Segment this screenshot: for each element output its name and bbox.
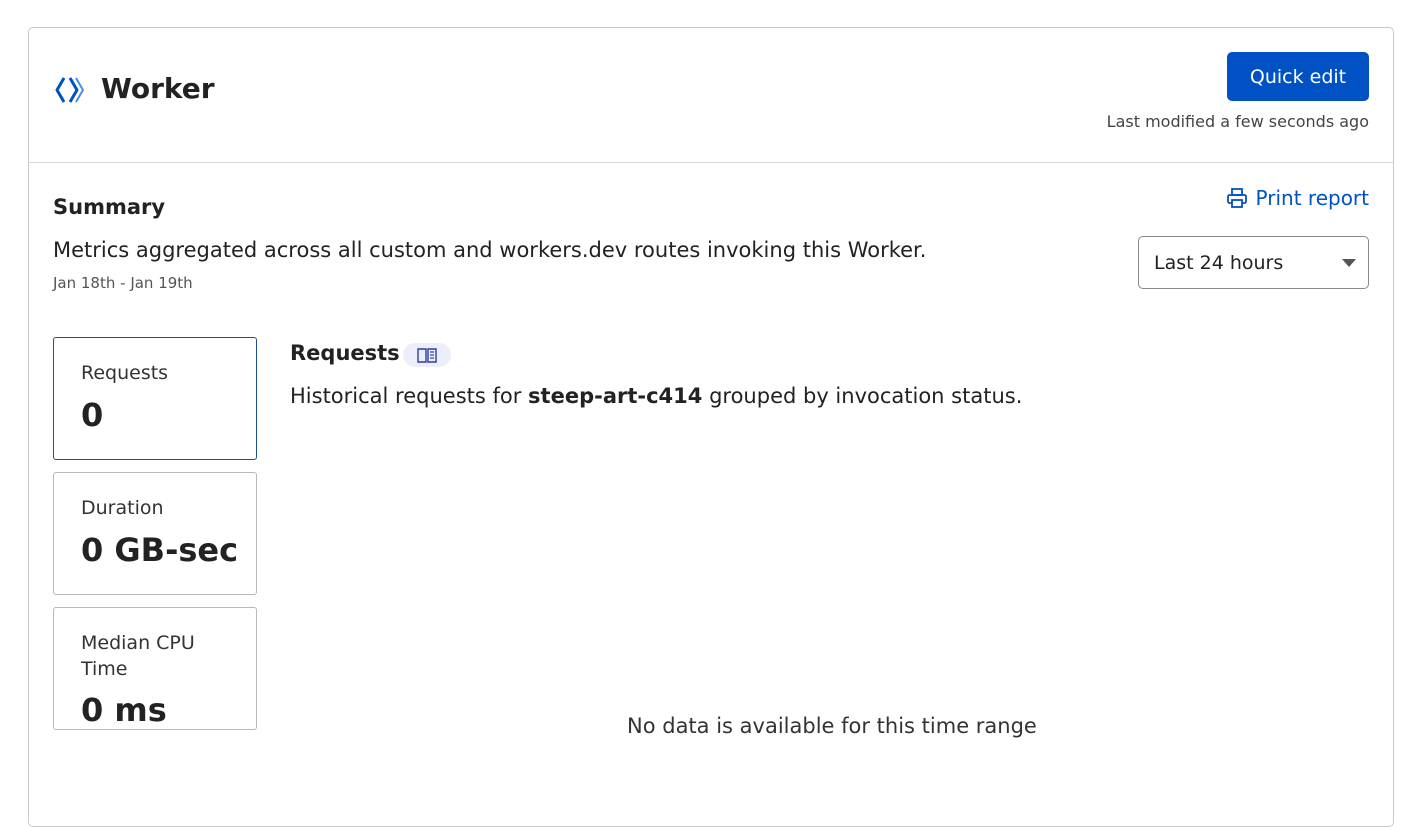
date-range: Jan 18th - Jan 19th	[53, 274, 193, 292]
last-modified-label: Last modified	[1106, 112, 1216, 131]
metric-value: 0 ms	[81, 691, 167, 729]
metric-value: 0 GB-sec	[81, 531, 239, 569]
time-range-value: Last 24 hours	[1154, 251, 1284, 274]
metric-card-requests[interactable]: Requests 0	[53, 337, 257, 460]
metric-label: Requests	[81, 362, 169, 384]
worker-header: Worker Quick edit Last modified a few se…	[29, 28, 1393, 163]
metric-label: Duration	[81, 497, 164, 519]
printer-icon	[1226, 188, 1247, 208]
requests-panel-title: Requests	[290, 341, 400, 365]
summary-title: Summary	[53, 195, 166, 219]
metric-card-duration[interactable]: Duration 0 GB-sec	[53, 472, 257, 595]
time-range-select[interactable]: Last 24 hours	[1138, 236, 1369, 289]
page-title: Worker	[101, 72, 215, 105]
workers-chevrons-icon	[55, 77, 84, 103]
quick-edit-button[interactable]: Quick edit	[1227, 52, 1369, 101]
print-report-link[interactable]: Print report	[1226, 186, 1369, 210]
docs-badge[interactable]	[403, 343, 451, 367]
metric-value: 0	[81, 396, 104, 434]
worker-card: Worker Quick edit Last modified a few se…	[28, 27, 1394, 827]
requests-panel-description: Historical requests for steep-art-c414 g…	[290, 384, 1022, 408]
last-modified: Last modified a few seconds ago	[1107, 112, 1369, 131]
book-icon	[417, 348, 437, 363]
metric-card-median-cpu-time[interactable]: Median CPU Time 0 ms	[53, 607, 257, 730]
metric-label: Median CPU Time	[81, 632, 195, 680]
desc-suffix: grouped by invocation status.	[709, 384, 1023, 408]
last-modified-value: a few seconds ago	[1220, 112, 1369, 131]
print-report-label: Print report	[1255, 186, 1369, 210]
worker-name: steep-art-c414	[528, 384, 703, 408]
empty-state-message: No data is available for this time range	[627, 714, 1037, 738]
chevron-down-icon	[1342, 259, 1356, 267]
desc-prefix: Historical requests for	[290, 384, 522, 408]
summary-description: Metrics aggregated across all custom and…	[53, 238, 927, 262]
